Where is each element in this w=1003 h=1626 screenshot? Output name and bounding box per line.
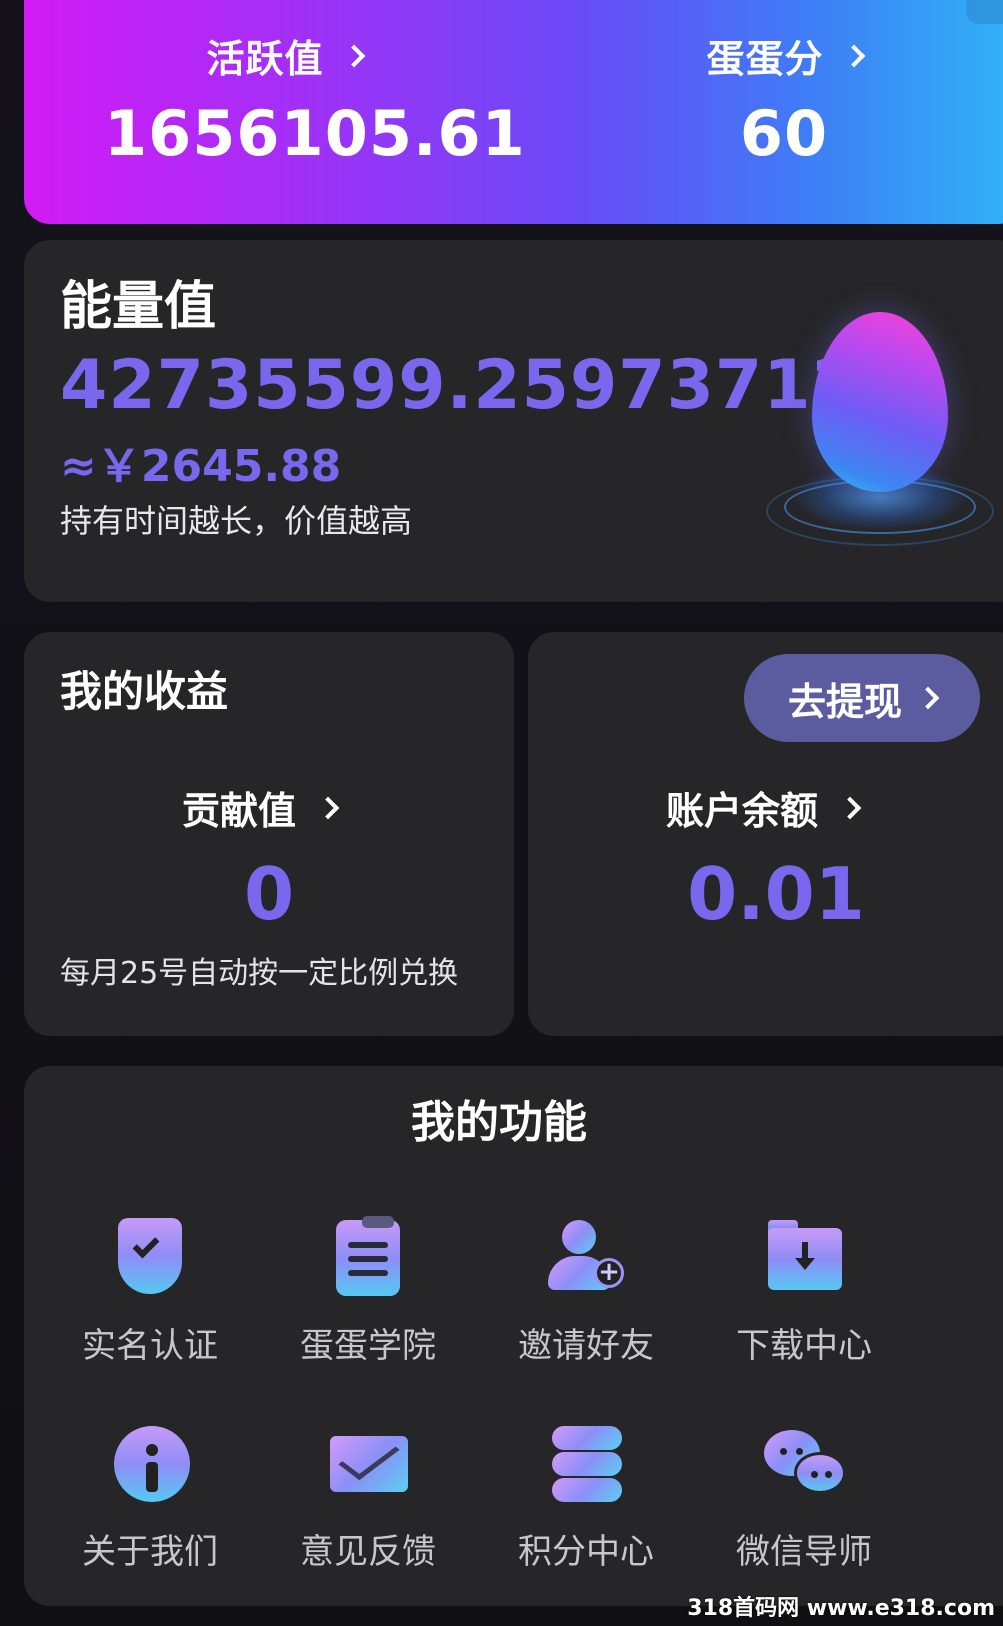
chevron-right-icon [342, 44, 365, 67]
info-icon [108, 1422, 192, 1506]
database-icon [544, 1422, 628, 1506]
energy-cny-value: ≈￥2645.88 [60, 441, 342, 492]
energy-hint: 持有时间越长，价值越高 [60, 502, 413, 540]
energy-value: 42735599.25973712 [60, 346, 860, 425]
function-real-name-verify[interactable]: 实名认证 [40, 1216, 260, 1367]
function-label: 蛋蛋学院 [300, 1326, 436, 1366]
egg-points-stat[interactable]: 蛋蛋分 60 [604, 28, 964, 170]
app-screen: 活跃值 1656105.61 蛋蛋分 60 能量值 42735599.25973… [0, 0, 1003, 1626]
clipboard-icon [326, 1216, 410, 1300]
wechat-icon [762, 1422, 846, 1506]
function-label: 邀请好友 [518, 1326, 654, 1366]
balance-link[interactable]: 账户余额 [666, 780, 862, 835]
function-invite-friends[interactable]: + 邀请好友 [476, 1216, 696, 1367]
contribution-link[interactable]: 贡献值 [182, 780, 340, 835]
chevron-right-icon [316, 796, 340, 819]
chevron-right-icon [842, 44, 865, 67]
energy-title: 能量值 [60, 277, 217, 337]
withdraw-label: 去提现 [787, 679, 902, 724]
contribution-label: 贡献值 [182, 789, 297, 833]
function-label: 积分中心 [518, 1532, 654, 1572]
activity-value: 1656105.61 [104, 97, 526, 170]
function-wechat-mentor[interactable]: 微信导师 [694, 1422, 914, 1573]
corner-tab[interactable] [966, 0, 1003, 24]
function-about-us[interactable]: 关于我们 [40, 1422, 260, 1573]
functions-title: 我的功能 [411, 1097, 587, 1148]
activity-stat[interactable]: 活跃值 1656105.61 [104, 28, 526, 170]
function-label: 微信导师 [736, 1532, 872, 1572]
download-folder-icon [762, 1216, 846, 1300]
mail-icon [326, 1422, 410, 1506]
function-download-center[interactable]: 下载中心 [694, 1216, 914, 1367]
earnings-card: 我的收益 贡献值 0 每月25号自动按一定比例兑换 [24, 632, 514, 1036]
watermark: 318首码网 www.e318.com [687, 1596, 995, 1621]
egg-points-value: 60 [739, 97, 829, 170]
top-stats-banner: 活跃值 1656105.61 蛋蛋分 60 [24, 0, 1003, 224]
balance-card: 去提现 账户余额 0.01 [528, 632, 1003, 1036]
function-label: 意见反馈 [300, 1532, 436, 1572]
egg-icon [812, 312, 948, 492]
shield-check-icon [108, 1216, 192, 1300]
add-user-icon: + [544, 1216, 628, 1300]
balance-value: 0.01 [687, 852, 865, 936]
function-points-center[interactable]: 积分中心 [476, 1422, 696, 1573]
function-label: 实名认证 [82, 1326, 218, 1366]
earnings-title: 我的收益 [60, 667, 229, 716]
functions-card: 我的功能 实名认证 蛋蛋学院 + 邀请好友 下载中心 关于我们 意见反馈 积分中… [24, 1066, 1003, 1606]
function-egg-academy[interactable]: 蛋蛋学院 [258, 1216, 478, 1367]
egg-points-label: 蛋蛋分 [706, 37, 824, 81]
chevron-right-icon [838, 796, 862, 819]
function-feedback[interactable]: 意见反馈 [258, 1422, 478, 1573]
contribution-value: 0 [243, 852, 295, 936]
earnings-hint: 每月25号自动按一定比例兑换 [60, 956, 459, 991]
activity-label: 活跃值 [206, 37, 324, 81]
chevron-right-icon [916, 686, 940, 710]
withdraw-button[interactable]: 去提现 [744, 654, 980, 742]
function-label: 下载中心 [736, 1326, 872, 1366]
balance-label: 账户余额 [666, 789, 819, 833]
energy-card: 能量值 42735599.25973712 ≈￥2645.88 持有时间越长，价… [24, 240, 1003, 602]
function-label: 关于我们 [82, 1532, 218, 1572]
egg-illustration [764, 304, 1003, 564]
